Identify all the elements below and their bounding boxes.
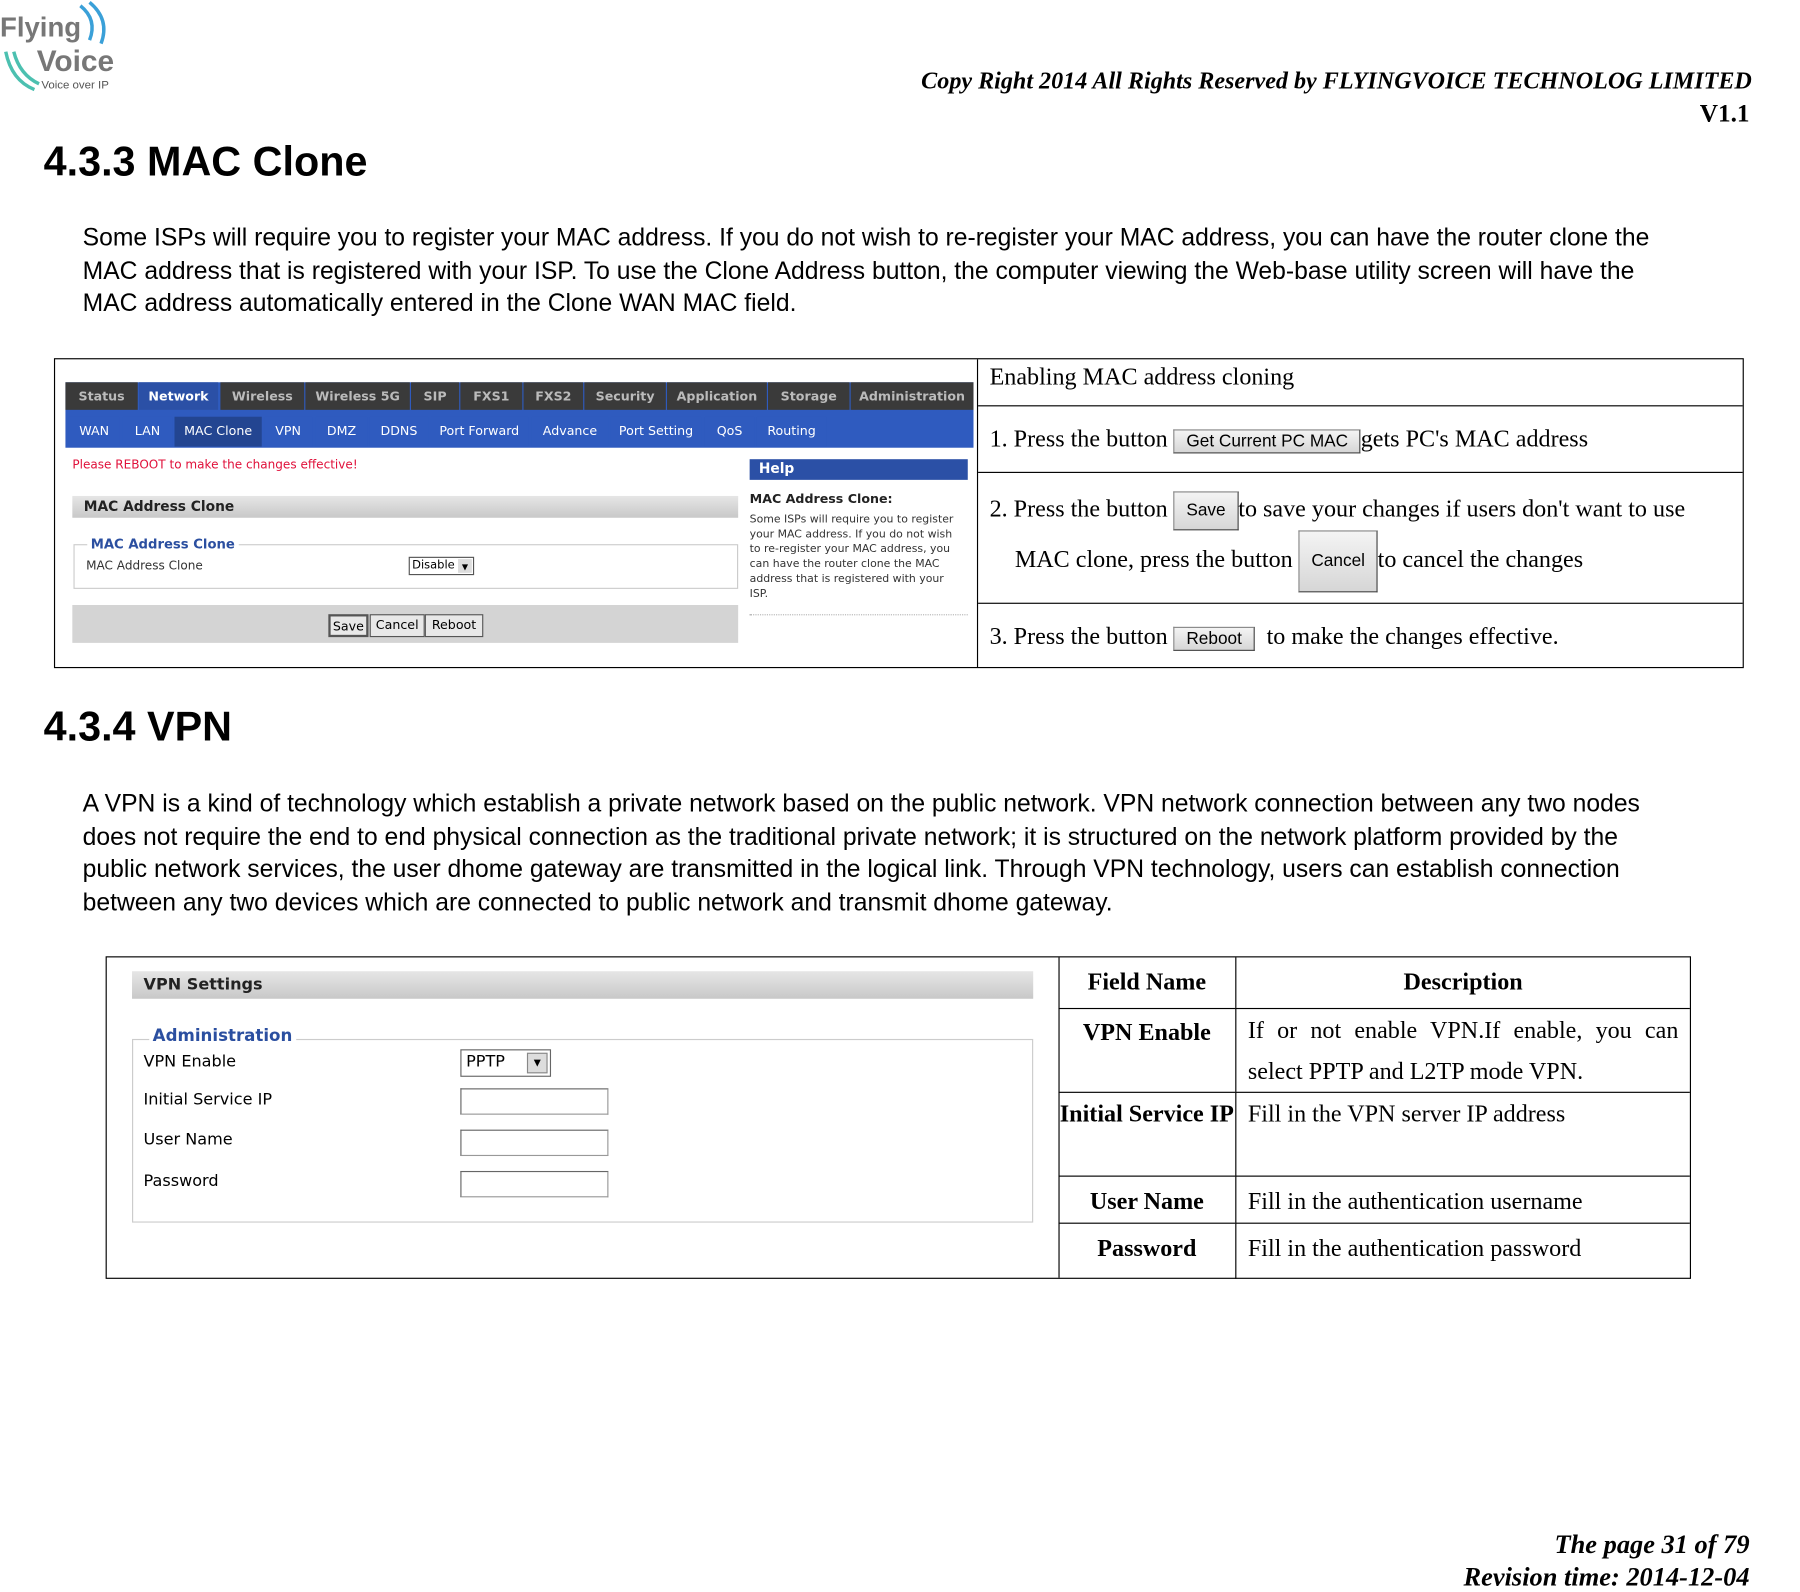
reboot-button-image: Reboot [1173,626,1255,651]
subtab-ddns[interactable]: DDNS [369,416,429,447]
tab-storage[interactable]: Storage [768,382,850,410]
field-vpn-enable: VPN Enable [1058,1007,1236,1092]
document-page: Flying Voice Voice over IP Copy Right 20… [0,0,1800,1592]
copyright: Copy Right 2014 All Rights Reserved by F… [921,66,1752,95]
user-name-input[interactable] [460,1129,609,1157]
cancel-button-image: Cancel [1298,530,1378,593]
help-header: Help [749,459,968,480]
subtab-advance[interactable]: Advance [531,416,609,447]
header-field-name: Field Name [1087,967,1207,996]
tab-fxs2[interactable]: FXS2 [523,382,584,410]
initial-service-ip-input[interactable] [460,1088,609,1115]
revision-time: Revision time: 2014-12-04 [1463,1562,1750,1592]
subtab-routing[interactable]: Routing [756,416,827,447]
step-text: 3. Press the button [989,622,1168,650]
text-line: MAC address automatically entered in the… [82,289,797,317]
page-number: The page 31 of 79 [1554,1530,1750,1559]
tab-administration[interactable]: Administration [850,382,974,410]
subtab-lan[interactable]: LAN [122,416,173,447]
text-line: between any two devices which are connec… [82,887,1113,916]
tab-security[interactable]: Security [584,382,666,410]
reboot-button[interactable]: Reboot [424,614,484,638]
select-value: Disable [412,559,455,572]
label-password: Password [143,1172,219,1191]
desc-password: Fill in the authentication password [1235,1222,1690,1279]
step-3: 3. Press the button Reboot to make the c… [978,602,1743,668]
get-current-pc-mac-button-image: Get Current PC MAC [1173,428,1361,454]
fieldset-legend: Administration [149,1027,296,1046]
tab-status[interactable]: Status [65,382,138,410]
help-heading: MAC Address Clone: [749,491,893,507]
text-line: A VPN is a kind of technology which esta… [82,789,1640,818]
header-description: Description [1235,957,1690,1008]
select-value: PPTP [466,1052,505,1072]
desc-initial-service-ip: Fill in the VPN server IP address [1235,1091,1690,1176]
label-initial-service-ip: Initial Service IP [143,1090,273,1109]
password-input[interactable] [460,1170,609,1198]
step-text: MAC clone, press the button [1014,545,1293,574]
step-1: 1. Press the button Get Current PC MAC ge… [978,405,1743,472]
step-text: to cancel the changes [1377,545,1584,574]
logo-waves-icon: Flying Voice Voice over IP [0,0,114,91]
vpn-paragraph: A VPN is a kind of technology which esta… [83,788,1800,919]
reboot-notice: Please REBOOT to make the changes effect… [72,458,358,472]
dropdown-arrow-icon: ▼ [458,559,472,573]
mac-clone-section-header: MAC Address Clone [72,495,739,518]
steps-title: Enabling MAC address cloning [989,362,1295,391]
field-password: Password [1058,1222,1236,1279]
label-user-name: User Name [143,1130,233,1150]
mac-clone-paragraph: Some ISPs will require you to register y… [83,222,1800,320]
text-line: public network services, the user dhome … [82,855,1620,883]
dropdown-arrow-icon: ▼ [526,1052,548,1074]
step-text: 2. Press the button [989,494,1168,523]
tab-fxs1[interactable]: FXS1 [460,382,523,410]
subtab-wan[interactable]: WAN [68,416,120,447]
vpn-settings-header: VPN Settings [132,971,1034,999]
mac-clone-select[interactable]: Disable ▼ [408,556,475,576]
subtab-dmz[interactable]: DMZ [315,416,368,447]
vpn-enable-select[interactable]: PPTP ▼ [460,1049,552,1077]
subtab-port-setting[interactable]: Port Setting [610,416,702,447]
step-2: 2. Press the button Save to save your cha… [978,471,1743,603]
svg-text:Voice: Voice [37,45,114,78]
field-user-name: User Name [1058,1175,1236,1223]
save-button-image: Save [1173,491,1239,531]
section-heading-mac-clone: 4.3.3 MAC Clone [43,137,368,185]
version: V1.1 [1699,98,1750,128]
subtab-vpn[interactable]: VPN [264,416,313,447]
section-heading-vpn: 4.3.4 VPN [43,702,233,750]
help-text: Some ISPs will require you to register y… [749,513,954,601]
subtab-qos[interactable]: QoS [704,416,755,447]
svg-text:Voice over IP: Voice over IP [41,79,109,91]
step-text: gets PC's MAC address [1360,424,1589,453]
field-label: MAC Address Clone [86,559,203,573]
fieldset-legend: MAC Address Clone [87,536,239,553]
flyingvoice-logo: Flying Voice Voice over IP [0,0,115,98]
step-text: 1. Press the button [989,424,1168,453]
svg-text:Flying: Flying [0,12,81,43]
save-button[interactable]: Save [328,614,369,638]
text-line: MAC address that is registered with your… [82,256,1635,285]
subtab-port-forward[interactable]: Port Forward [430,416,529,447]
field-initial-service-ip: Initial Service IP [1058,1091,1236,1176]
step-text: to save your changes if users don't want… [1238,494,1686,523]
tab-application[interactable]: Application [666,382,767,410]
text-line: does not require the end to end physical… [82,822,1618,851]
tab-network[interactable]: Network [138,382,219,410]
label-vpn-enable: VPN Enable [143,1052,237,1072]
tab-wireless[interactable]: Wireless [220,382,305,410]
tab-sip[interactable]: SIP [410,382,460,410]
tab-wireless-5g[interactable]: Wireless 5G [305,382,410,410]
cancel-button[interactable]: Cancel [369,614,425,638]
step-text: to make the changes effective. [1266,622,1559,650]
desc-vpn-enable: If or not enable VPN.If enable, you can … [1235,1007,1690,1092]
subtab-mac-clone[interactable]: MAC Clone [174,416,262,447]
desc-user-name: Fill in the authentication username [1235,1175,1690,1223]
text-line: Some ISPs will require you to register y… [82,223,1650,252]
